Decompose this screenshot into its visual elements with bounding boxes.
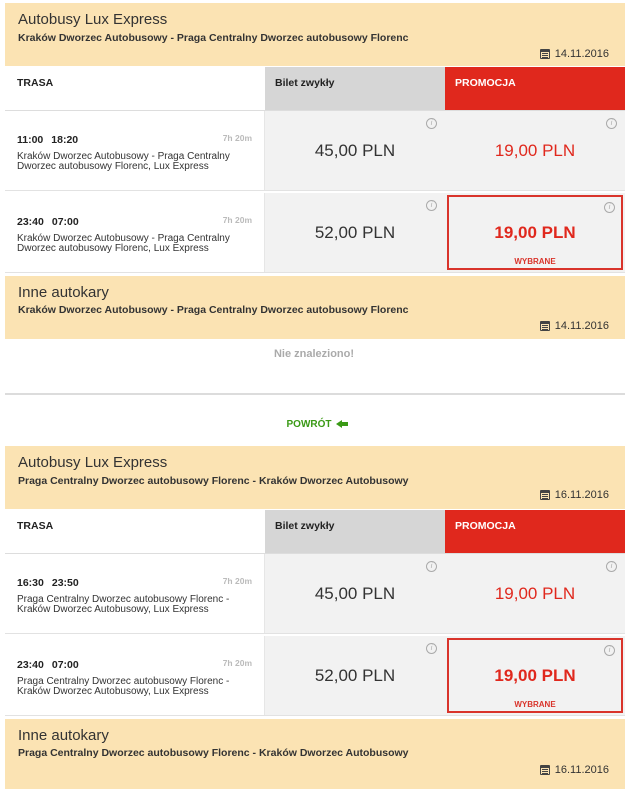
depart-time: 16:30: [17, 577, 44, 589]
table-row: 11:00 18:20 7h 20m Kraków Dworzec Autobus…: [5, 111, 625, 191]
info-icon[interactable]: i: [426, 118, 437, 129]
return-header: Autobusy Lux Express Praga Centralny Dwo…: [5, 446, 625, 509]
table-header: TRASA Bilet zwykły PROMOCJA: [5, 510, 625, 554]
table-header: TRASA Bilet zwykły PROMOCJA: [5, 67, 625, 111]
date-text: 16.11.2016: [554, 489, 609, 501]
promo-price-cell-selected[interactable]: i 19,00 PLN WYBRANE: [445, 193, 625, 272]
connection-text: Praga Centralny Dworzec autobusowy Flore…: [17, 594, 230, 615]
regular-price: 45,00 PLN: [314, 141, 396, 160]
info-icon[interactable]: i: [604, 202, 615, 213]
arrive-time: 18:20: [51, 134, 79, 146]
route-cell: 23:40 07:00 7h 20m Kraków Dworzec Autobus…: [5, 193, 265, 272]
selected-frame: i 19,00 PLN WYBRANE: [447, 638, 623, 713]
arrow-left-icon: [335, 420, 348, 429]
col-regular: Bilet zwykły: [265, 67, 445, 110]
selected-label: WYBRANE: [514, 257, 556, 266]
times: 11:00 18:20: [17, 134, 86, 146]
col-route: TRASA: [5, 510, 265, 553]
regular-price: 52,00 PLN: [314, 223, 396, 242]
times: 23:40 07:00: [17, 216, 87, 228]
duration: 7h 20m: [222, 576, 252, 586]
carrier-title: Autobusy Lux Express: [18, 11, 168, 28]
col-route: TRASA: [5, 67, 265, 110]
carrier-title: Autobusy Lux Express: [18, 454, 168, 471]
table-row: 16:30 23:50 7h 20m Praga Centralny Dworze…: [5, 554, 625, 634]
route-cell: 11:00 18:20 7h 20m Kraków Dworzec Autobus…: [5, 111, 265, 190]
regular-price-cell[interactable]: i 52,00 PLN: [265, 193, 445, 272]
info-icon[interactable]: i: [426, 200, 437, 211]
regular-price: 52,00 PLN: [314, 666, 396, 685]
times: 23:40 07:00: [17, 659, 87, 671]
calendar-icon: [539, 765, 550, 775]
travel-date: 14.11.2016: [539, 48, 609, 60]
travel-date: 16.11.2016: [539, 489, 609, 501]
promo-price-cell-selected[interactable]: i 19,00 PLN WYBRANE: [445, 636, 625, 715]
selected-label: WYBRANE: [514, 700, 556, 709]
date-text: 14.11.2016: [554, 320, 609, 332]
col-regular: Bilet zwykły: [265, 510, 445, 553]
not-found-message: Nie znaleziono!: [273, 348, 355, 360]
arrive-time: 07:00: [51, 216, 79, 228]
info-icon[interactable]: i: [604, 645, 615, 656]
date-text: 16.11.2016: [554, 764, 609, 776]
route-cell: 16:30 23:50 7h 20m Praga Centralny Dworze…: [5, 554, 265, 633]
info-icon[interactable]: i: [426, 561, 437, 572]
route-cell: 23:40 07:00 7h 20m Praga Centralny Dworze…: [5, 636, 265, 715]
other-title: Inne autokary: [18, 727, 109, 744]
date-text: 14.11.2016: [554, 48, 609, 60]
promo-price: 19,00 PLN: [494, 141, 576, 160]
connection-text: Praga Centralny Dworzec autobusowy Flore…: [17, 676, 230, 697]
route-label: Kraków Dworzec Autobusowy - Praga Centra…: [18, 304, 409, 316]
back-label: POWRÓT: [286, 419, 332, 430]
table-row: 23:40 07:00 7h 20m Praga Centralny Dworze…: [5, 636, 625, 716]
regular-price: 45,00 PLN: [314, 584, 396, 603]
divider: [5, 393, 625, 395]
promo-price: 19,00 PLN: [494, 584, 576, 603]
arrive-time: 23:50: [51, 577, 79, 589]
info-icon[interactable]: i: [606, 118, 617, 129]
col-promo: PROMOCJA: [445, 67, 625, 110]
other-title: Inne autokary: [18, 284, 109, 301]
info-icon[interactable]: i: [606, 561, 617, 572]
back-link[interactable]: POWRÓT: [0, 419, 628, 430]
promo-price: 19,00 PLN: [494, 223, 576, 242]
promo-price: 19,00 PLN: [494, 666, 576, 685]
outbound-header: Autobusy Lux Express Kraków Dworzec Auto…: [5, 3, 625, 66]
duration: 7h 20m: [222, 133, 252, 143]
travel-date: 16.11.2016: [539, 764, 609, 776]
route-label: Kraków Dworzec Autobusowy - Praga Centra…: [18, 32, 409, 44]
regular-price-cell[interactable]: i 52,00 PLN: [265, 636, 445, 715]
times: 16:30 23:50: [17, 577, 87, 589]
duration: 7h 20m: [222, 215, 252, 225]
arrive-time: 07:00: [51, 659, 79, 671]
depart-time: 23:40: [17, 659, 44, 671]
travel-date: 14.11.2016: [539, 320, 609, 332]
connection-text: Kraków Dworzec Autobusowy - Praga Centra…: [17, 151, 230, 172]
route-label: Praga Centralny Dworzec autobusowy Flore…: [18, 747, 409, 759]
depart-time: 11:00: [17, 134, 44, 146]
col-promo: PROMOCJA: [445, 510, 625, 553]
table-row: 23:40 07:00 7h 20m Kraków Dworzec Autobus…: [5, 193, 625, 273]
promo-price-cell[interactable]: i 19,00 PLN: [445, 111, 625, 190]
connection-text: Kraków Dworzec Autobusowy - Praga Centra…: [17, 233, 230, 254]
calendar-icon: [539, 490, 550, 500]
other-coaches-header: Inne autokary Praga Centralny Dworzec au…: [5, 719, 625, 789]
selected-frame: i 19,00 PLN WYBRANE: [447, 195, 623, 270]
calendar-icon: [539, 321, 550, 331]
duration: 7h 20m: [222, 658, 252, 668]
other-coaches-header: Inne autokary Kraków Dworzec Autobusowy …: [5, 276, 625, 339]
promo-price-cell[interactable]: i 19,00 PLN: [445, 554, 625, 633]
regular-price-cell[interactable]: i 45,00 PLN: [265, 111, 445, 190]
depart-time: 23:40: [17, 216, 44, 228]
calendar-icon: [539, 49, 550, 59]
regular-price-cell[interactable]: i 45,00 PLN: [265, 554, 445, 633]
route-label: Praga Centralny Dworzec autobusowy Flore…: [18, 475, 409, 487]
info-icon[interactable]: i: [426, 643, 437, 654]
